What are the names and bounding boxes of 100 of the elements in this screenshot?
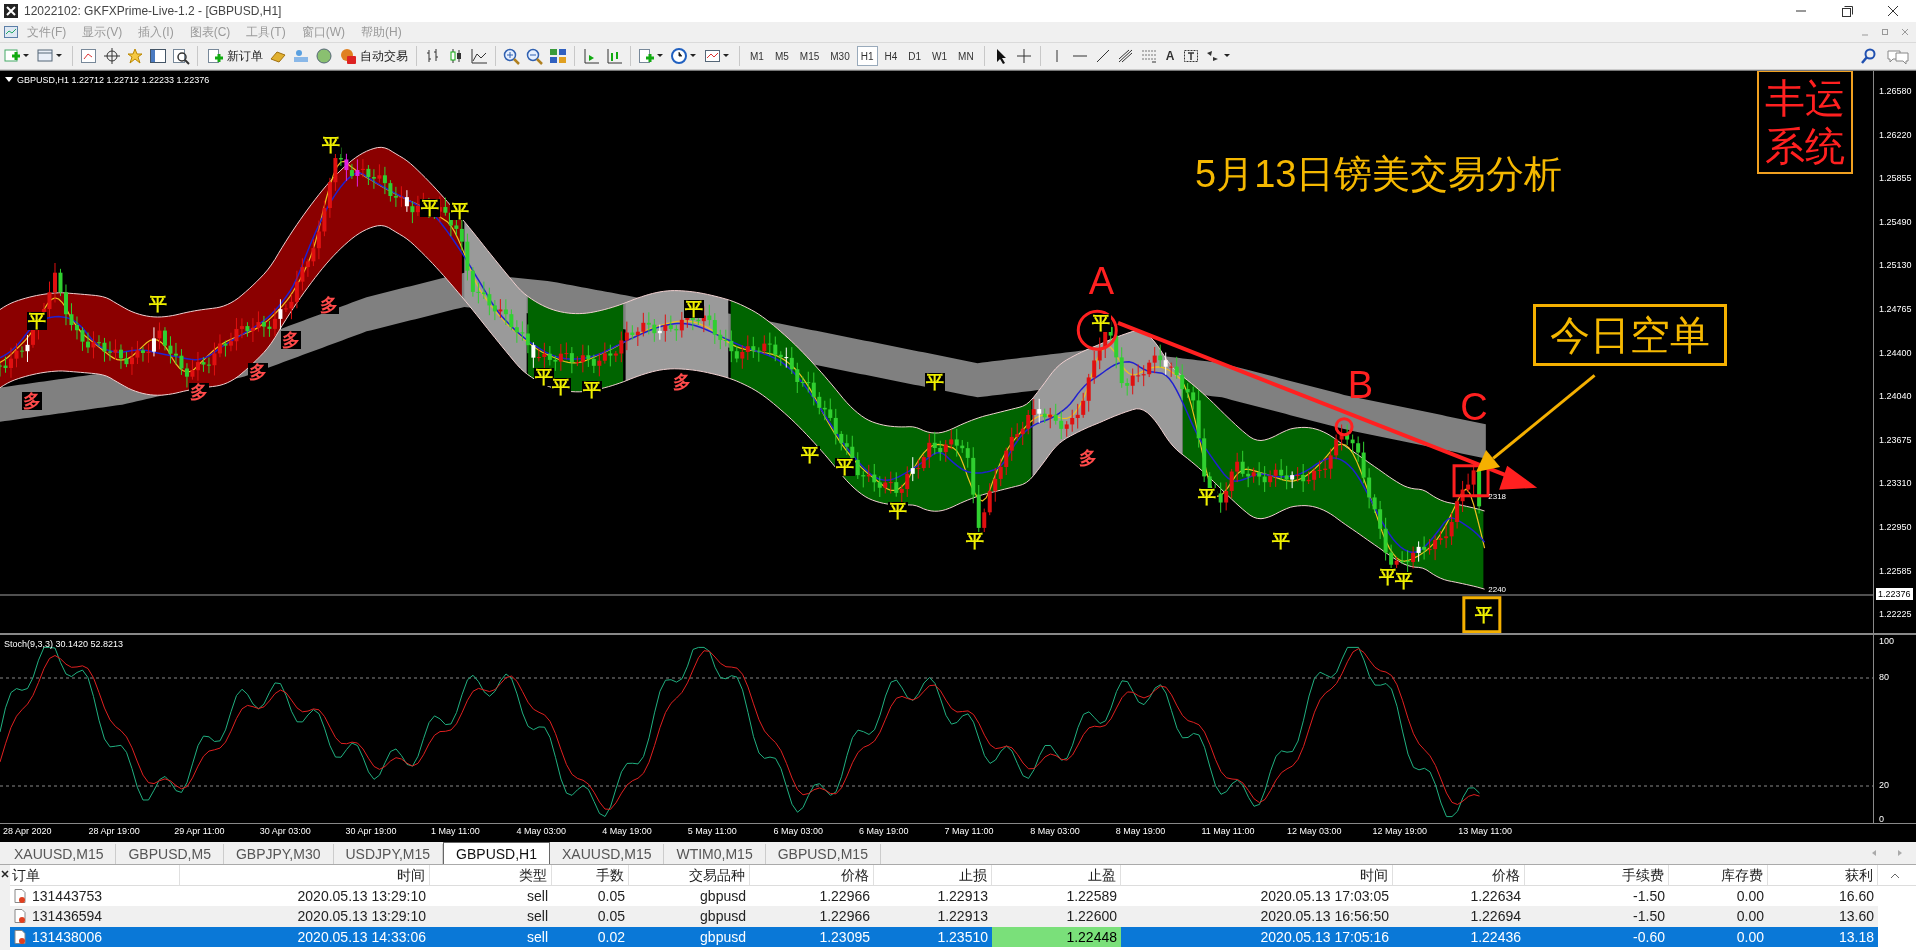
signal-marker: 多 [318, 295, 339, 314]
signal-marker: 平 [321, 135, 342, 154]
signal-marker: 多 [189, 382, 210, 401]
column-header[interactable]: 时间 [180, 865, 430, 886]
column-header[interactable]: 交易品种 [629, 865, 750, 886]
column-header[interactable]: 库存费 [1669, 865, 1768, 886]
column-header[interactable]: 手数 [552, 865, 629, 886]
table-cell: gbpusd [629, 906, 750, 927]
axis-label: 7 May 11:00 [944, 826, 994, 836]
chart-window-icon [3, 25, 19, 39]
chat-icon[interactable] [1886, 47, 1910, 65]
autoscroll-icon[interactable] [604, 47, 624, 65]
table-cell: sell [430, 926, 552, 947]
axis-label: 12 May 03:00 [1287, 826, 1342, 836]
chart-tab[interactable]: GBPUSD,H1 [443, 842, 550, 864]
axis-label: 28 Apr 19:00 [88, 826, 140, 836]
axis-label: 13 May 11:00 [1458, 826, 1513, 836]
axis-label: 1.22225 [1879, 608, 1912, 621]
table-cell: 0.02 [552, 926, 629, 947]
column-header[interactable]: 止盈 [992, 865, 1121, 886]
axis-label: 80 [1879, 671, 1889, 683]
timeframe-button[interactable]: M1 [746, 46, 768, 66]
timeframe-button[interactable]: D1 [904, 46, 926, 66]
column-header[interactable]: 价格 [1393, 865, 1525, 886]
column-header[interactable]: 止损 [874, 865, 992, 886]
zoom-out-icon[interactable] [525, 47, 545, 65]
magnifier-icon[interactable] [171, 47, 191, 65]
axis-label: 1.25130 [1879, 259, 1912, 272]
document-icon [12, 928, 28, 945]
axis-label: 100 [1879, 635, 1895, 647]
star-icon[interactable] [125, 47, 145, 65]
axis-label: 12 May 19:00 [1372, 826, 1428, 836]
text-tool-button[interactable]: A [1161, 46, 1179, 66]
search-icon[interactable] [1860, 47, 1878, 65]
chart-icon[interactable] [79, 47, 99, 65]
timeframe-button[interactable]: W1 [928, 46, 952, 66]
axis-label: 1.24400 [1879, 346, 1912, 359]
signal-marker: 平 [449, 201, 470, 220]
axis-label: 30 Apr 03:00 [259, 826, 311, 836]
column-header[interactable]: 订单 [10, 865, 180, 886]
crosshair-icon[interactable] [102, 47, 122, 65]
table-cell: 1.22436 [1393, 926, 1525, 947]
signal-marker: 多 [1077, 448, 1098, 467]
axis-label: 8 May 03:00 [1030, 826, 1080, 836]
close-icon[interactable] [0, 869, 10, 879]
axis-label: 6 May 03:00 [773, 826, 823, 836]
axis-label: 0 [1879, 813, 1884, 825]
timeframe-button[interactable]: M15 [795, 46, 824, 66]
grid-icon[interactable] [548, 47, 568, 65]
signal-marker: 平 [581, 381, 602, 400]
signal-marker: 平 [420, 199, 441, 218]
signal-marker: 多 [281, 331, 302, 350]
column-header[interactable]: 时间 [1121, 865, 1393, 886]
axis-label: 11 May 11:00 [1201, 826, 1255, 836]
chart-headline: 5月13日镑美交易分析 [1195, 155, 1563, 194]
zoom-in-icon[interactable] [502, 47, 522, 65]
axis-label: 8 May 19:00 [1115, 826, 1166, 836]
timeframe-button[interactable]: MN [954, 46, 978, 66]
price-line-label: 2240 [1488, 585, 1507, 594]
column-header[interactable]: 价格 [750, 865, 874, 886]
circle-marker [1334, 417, 1354, 437]
axis-label: 1.24040 [1879, 390, 1912, 403]
chart-shift-icon[interactable] [581, 47, 601, 65]
table-cell: 1.22913 [874, 906, 992, 927]
axis-label: 1.23310 [1879, 477, 1912, 490]
table-cell: 131436594 [32, 908, 103, 925]
column-header[interactable]: 手续费 [1525, 865, 1669, 886]
line-chart-icon[interactable] [469, 47, 489, 65]
table-cell: 0.00 [1669, 926, 1768, 947]
auto-trading-button[interactable]: 自动交易 [337, 45, 410, 67]
timeframe-button[interactable]: H1 [856, 46, 878, 66]
table-cell: 2020.05.13 13:29:10 [180, 906, 430, 927]
signal-marker: 多 [672, 372, 693, 391]
column-header[interactable]: 获利 [1768, 865, 1878, 886]
timeframe-button[interactable]: H4 [880, 46, 902, 66]
app-logo-icon [4, 4, 18, 18]
timeframe-button[interactable]: M30 [826, 46, 854, 66]
axis-label: 1.25490 [1879, 215, 1912, 228]
table-cell: 1.23095 [750, 926, 874, 947]
signal-marker: 平 [551, 377, 572, 396]
current-price-label: 1.22376 [1876, 588, 1913, 600]
table-cell: sell [430, 906, 552, 927]
timeframe-button[interactable]: M5 [770, 46, 793, 66]
column-header[interactable]: 类型 [430, 865, 552, 886]
table-cell: 131443753 [32, 887, 103, 904]
table-cell: 2020.05.13 17:05:16 [1121, 926, 1393, 947]
axis-label: 30 Apr 19:00 [345, 826, 397, 836]
system-badge: 丰运 系统 [1757, 71, 1854, 174]
axis-label: 5 May 11:00 [687, 826, 737, 836]
window-title: 12022102: GKFXPrime-Live-1.2 - [GBPUSD,H1] [24, 4, 282, 18]
price-line-label: 2318 [1488, 492, 1507, 501]
panel-icon[interactable] [148, 47, 168, 65]
table-cell: 0.00 [1669, 906, 1768, 927]
new-order-button[interactable]: 新订单 [204, 45, 265, 67]
table-cell: 0.05 [552, 906, 629, 927]
callout-label: 今日空单 [1533, 304, 1728, 367]
signal-marker: 平 [1091, 314, 1112, 333]
table-cell: 2020.05.13 14:33:06 [180, 926, 430, 947]
indicator-header: Stoch(9,3,3) 30.1420 52.8213 [4, 639, 124, 649]
axis-label: 28 Apr 2020 [3, 826, 52, 836]
